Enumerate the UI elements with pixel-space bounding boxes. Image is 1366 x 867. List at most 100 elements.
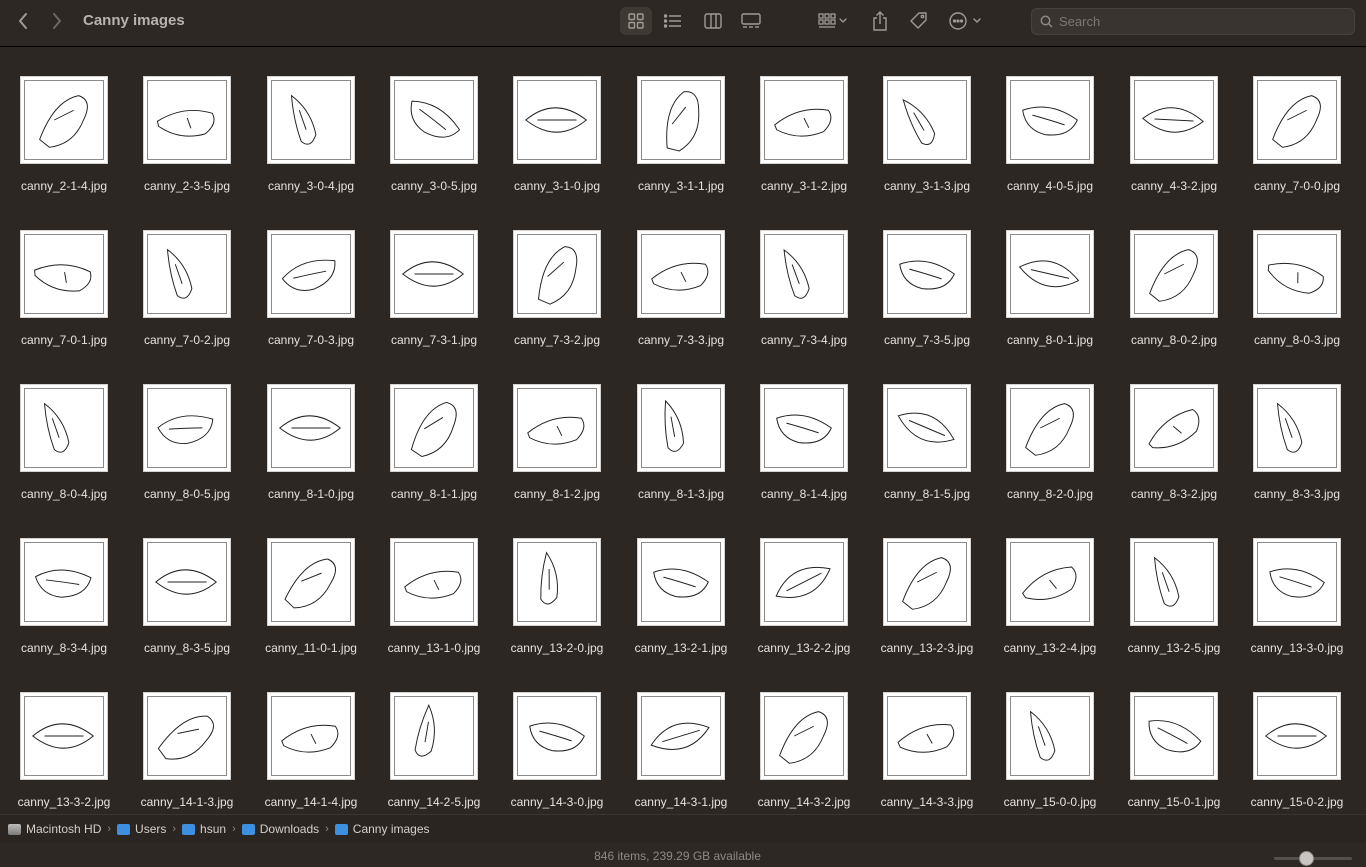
file-item[interactable]: canny_14-3-2.jpg bbox=[741, 664, 865, 809]
file-thumbnail bbox=[390, 538, 478, 626]
file-item[interactable]: canny_8-3-2.jpg bbox=[1111, 356, 1235, 501]
file-thumbnail bbox=[1130, 538, 1218, 626]
file-thumbnail bbox=[1253, 538, 1341, 626]
file-item[interactable]: canny_14-3-3.jpg bbox=[864, 664, 988, 809]
file-thumbnail bbox=[760, 384, 848, 472]
file-item[interactable]: canny_8-1-5.jpg bbox=[864, 356, 988, 501]
edge-sketch bbox=[666, 91, 700, 152]
file-item[interactable]: canny_8-1-1.jpg bbox=[371, 356, 495, 501]
file-item[interactable]: canny_13-3-0.jpg bbox=[1234, 510, 1358, 655]
file-item[interactable]: canny_15-0-1.jpg bbox=[1111, 664, 1235, 809]
edge-sketch bbox=[410, 401, 457, 457]
search-field[interactable] bbox=[1031, 8, 1355, 35]
tag-icon bbox=[910, 12, 927, 29]
file-item[interactable]: canny_14-1-4.jpg bbox=[248, 664, 372, 809]
file-thumbnail bbox=[20, 384, 108, 472]
file-item[interactable]: canny_7-0-3.jpg bbox=[248, 202, 372, 347]
edge-sketch bbox=[540, 551, 558, 605]
file-thumbnail bbox=[637, 538, 725, 626]
file-name: canny_8-3-3.jpg bbox=[1253, 487, 1341, 501]
file-item[interactable]: canny_8-1-2.jpg bbox=[494, 356, 618, 501]
file-item[interactable]: canny_8-1-0.jpg bbox=[248, 356, 372, 501]
file-item[interactable]: canny_8-0-2.jpg bbox=[1111, 202, 1235, 347]
file-item[interactable]: canny_3-1-2.jpg bbox=[741, 48, 865, 193]
chevron-left-icon bbox=[19, 13, 27, 29]
file-item[interactable]: canny_3-0-5.jpg bbox=[371, 48, 495, 193]
file-item[interactable]: canny_3-1-0.jpg bbox=[494, 48, 618, 193]
file-item[interactable]: canny_7-3-4.jpg bbox=[741, 202, 865, 347]
file-item[interactable]: canny_13-2-0.jpg bbox=[494, 510, 618, 655]
file-item[interactable]: canny_8-2-0.jpg bbox=[987, 356, 1111, 501]
column-view-button[interactable] bbox=[697, 7, 729, 35]
file-item[interactable]: canny_3-0-4.jpg bbox=[248, 48, 372, 193]
file-item[interactable]: canny_7-0-1.jpg bbox=[1, 202, 125, 347]
group-by-button[interactable] bbox=[812, 7, 854, 35]
file-item[interactable]: canny_2-3-5.jpg bbox=[124, 48, 248, 193]
file-item[interactable]: canny_8-3-4.jpg bbox=[1, 510, 125, 655]
window-title: Canny images bbox=[83, 12, 185, 29]
edge-sketch bbox=[34, 569, 92, 598]
file-item[interactable]: canny_15-0-2.jpg bbox=[1234, 664, 1358, 809]
tag-button[interactable] bbox=[905, 7, 933, 35]
back-button[interactable] bbox=[10, 7, 36, 35]
file-thumbnail bbox=[267, 538, 355, 626]
file-item[interactable]: canny_8-0-5.jpg bbox=[124, 356, 248, 501]
file-item[interactable]: canny_7-3-1.jpg bbox=[371, 202, 495, 347]
file-item[interactable]: canny_14-1-3.jpg bbox=[124, 664, 248, 809]
file-thumbnail bbox=[390, 384, 478, 472]
file-item[interactable]: canny_7-3-3.jpg bbox=[618, 202, 742, 347]
file-item[interactable]: canny_8-1-4.jpg bbox=[741, 356, 865, 501]
path-item[interactable]: Users bbox=[117, 822, 166, 836]
file-item[interactable]: canny_8-0-1.jpg bbox=[987, 202, 1111, 347]
path-separator-icon: › bbox=[232, 823, 236, 835]
more-actions-button[interactable] bbox=[946, 7, 990, 35]
file-item[interactable]: canny_13-3-2.jpg bbox=[1, 664, 125, 809]
file-thumbnail bbox=[267, 692, 355, 780]
path-item[interactable]: hsun bbox=[182, 822, 226, 836]
file-item[interactable]: canny_8-3-3.jpg bbox=[1234, 356, 1358, 501]
file-item[interactable]: canny_7-3-2.jpg bbox=[494, 202, 618, 347]
file-item[interactable]: canny_13-2-2.jpg bbox=[741, 510, 865, 655]
path-bar: Macintosh HD › Users › hsun › Downloads › Canny … bbox=[0, 814, 1366, 843]
columns-icon bbox=[704, 13, 722, 29]
file-thumbnail bbox=[143, 384, 231, 472]
forward-button[interactable] bbox=[44, 7, 70, 35]
search-input[interactable] bbox=[1059, 14, 1339, 29]
path-item[interactable]: Canny images bbox=[334, 822, 430, 836]
file-item[interactable]: canny_8-1-3.jpg bbox=[618, 356, 742, 501]
file-item[interactable]: canny_7-0-2.jpg bbox=[124, 202, 248, 347]
file-thumbnail bbox=[513, 538, 601, 626]
file-item[interactable]: canny_14-3-1.jpg bbox=[618, 664, 742, 809]
file-item[interactable]: canny_8-0-3.jpg bbox=[1234, 202, 1358, 347]
file-item[interactable]: canny_13-1-0.jpg bbox=[371, 510, 495, 655]
file-item[interactable]: canny_3-1-3.jpg bbox=[864, 48, 988, 193]
file-item[interactable]: canny_8-0-4.jpg bbox=[1, 356, 125, 501]
gallery-view-button[interactable] bbox=[735, 7, 767, 35]
file-item[interactable]: canny_2-1-4.jpg bbox=[1, 48, 125, 193]
file-item[interactable]: canny_8-3-5.jpg bbox=[124, 510, 248, 655]
file-item[interactable]: canny_4-3-2.jpg bbox=[1111, 48, 1235, 193]
file-item[interactable]: canny_7-0-0.jpg bbox=[1234, 48, 1358, 193]
list-view-button[interactable] bbox=[657, 7, 689, 35]
share-button[interactable] bbox=[866, 7, 894, 35]
icon-size-slider[interactable] bbox=[1274, 851, 1352, 866]
file-item[interactable]: canny_3-1-1.jpg bbox=[618, 48, 742, 193]
edge-sketch bbox=[290, 94, 317, 145]
file-item[interactable]: canny_14-2-5.jpg bbox=[371, 664, 495, 809]
file-item[interactable]: canny_13-2-5.jpg bbox=[1111, 510, 1235, 655]
edge-sketch bbox=[1018, 260, 1080, 288]
file-item[interactable]: canny_4-0-5.jpg bbox=[987, 48, 1111, 193]
path-item[interactable]: Downloads bbox=[241, 822, 319, 836]
file-item[interactable]: canny_13-2-4.jpg bbox=[987, 510, 1111, 655]
icon-view-button[interactable] bbox=[620, 7, 652, 35]
edge-sketch bbox=[899, 260, 955, 290]
file-item[interactable]: canny_14-3-0.jpg bbox=[494, 664, 618, 809]
slider-knob[interactable] bbox=[1299, 851, 1314, 866]
file-item[interactable]: canny_7-3-5.jpg bbox=[864, 202, 988, 347]
file-item[interactable]: canny_15-0-0.jpg bbox=[987, 664, 1111, 809]
file-item[interactable]: canny_11-0-1.jpg bbox=[248, 510, 372, 655]
edge-sketch bbox=[527, 416, 585, 445]
file-item[interactable]: canny_13-2-1.jpg bbox=[618, 510, 742, 655]
path-item[interactable]: Macintosh HD bbox=[8, 822, 101, 836]
file-item[interactable]: canny_13-2-3.jpg bbox=[864, 510, 988, 655]
